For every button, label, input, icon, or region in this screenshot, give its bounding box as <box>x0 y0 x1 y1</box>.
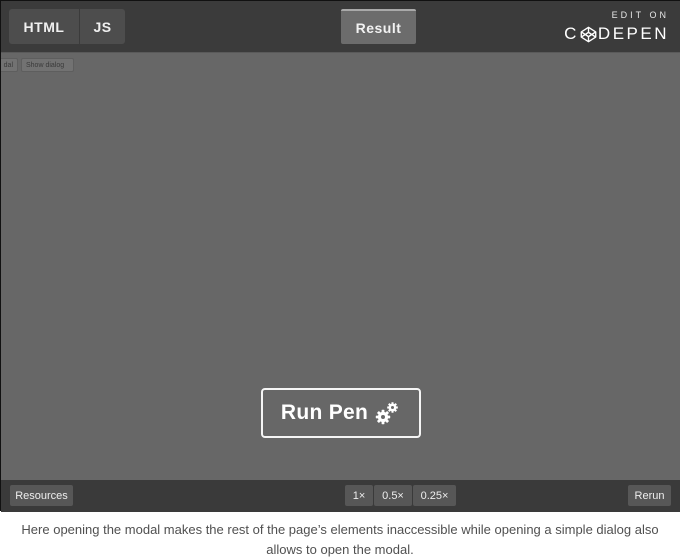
tab-js[interactable]: JS <box>80 9 125 44</box>
codepen-logo-icon <box>580 26 597 42</box>
codepen-wordmark-end: DEPEN <box>597 24 669 43</box>
zoom-button-group: 1× 0.5× 0.25× <box>345 485 457 506</box>
zoom-0-5x-button[interactable]: 0.5× <box>374 485 412 506</box>
embed-bottom-bar: Resources 1× 0.5× 0.25× Rerun <box>1 480 680 512</box>
caption-line-1: Here opening the modal makes the rest of… <box>21 522 659 537</box>
resources-button[interactable]: Resources <box>10 485 73 506</box>
edit-on-label: EDIT ON <box>611 10 669 20</box>
tab-result[interactable]: Result <box>341 9 416 44</box>
embed-top-bar: HTML JS Result EDIT ON C DEPEN <box>1 1 680 52</box>
run-pen-label: Run Pen <box>280 401 369 424</box>
codepen-embed: HTML JS Result EDIT ON C DEPEN dal Show … <box>0 0 680 512</box>
result-preview: dal Show dialog Run Pen <box>1 52 680 480</box>
open-modal-button[interactable]: dal <box>1 58 18 72</box>
caption-line-2: allows to open the modal. <box>266 542 414 557</box>
tab-html[interactable]: HTML <box>9 9 80 44</box>
codepen-wordmark: C DEPEN <box>564 24 669 44</box>
run-pen-button[interactable]: Run Pen <box>261 388 421 438</box>
zoom-0-25x-button[interactable]: 0.25× <box>413 485 456 506</box>
rerun-button[interactable]: Rerun <box>628 485 671 506</box>
edit-on-codepen-link[interactable]: EDIT ON C DEPEN <box>563 10 669 44</box>
editor-tab-group: HTML JS <box>9 9 125 44</box>
codepen-wordmark-start: C <box>564 24 579 43</box>
figure-caption: Here opening the modal makes the rest of… <box>0 520 680 560</box>
gears-icon <box>375 402 398 425</box>
zoom-1x-button[interactable]: 1× <box>345 485 373 506</box>
show-dialog-button[interactable]: Show dialog <box>21 58 74 72</box>
